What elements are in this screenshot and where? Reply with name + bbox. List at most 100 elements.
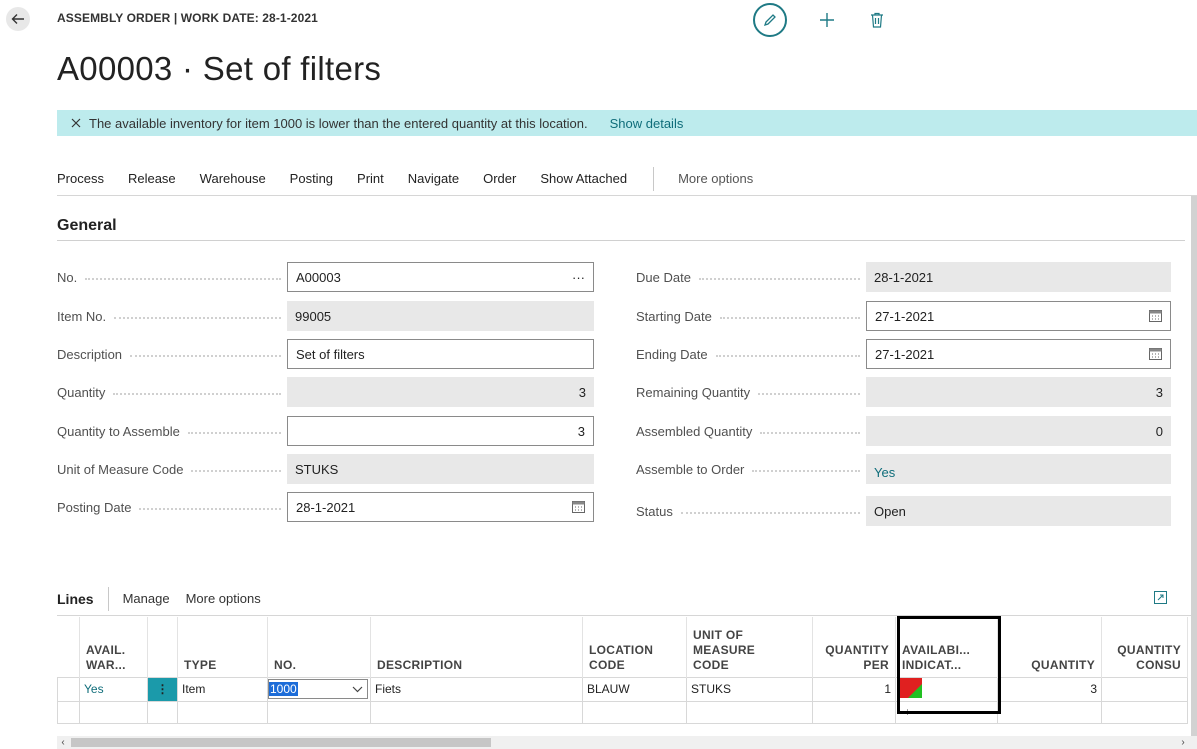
scroll-right-icon[interactable]: › [1177,736,1189,749]
field-starting-date: Starting Date 27-1-2021 [636,301,1171,331]
field-status: Status Open [636,496,1171,526]
action-show-attached[interactable]: Show Attached [540,171,627,186]
col-availability-indicator[interactable]: AVAILABI... INDICAT... [895,617,998,677]
back-button[interactable] [6,7,30,31]
add-line-icon[interactable]: + [895,700,998,724]
action-order[interactable]: Order [483,171,516,186]
action-print[interactable]: Print [357,171,384,186]
field-no: No. A00003 ··· [57,262,594,292]
field-quantity-to-assemble: Quantity to Assemble 3 [57,416,594,446]
calendar-icon[interactable] [1149,348,1162,360]
close-icon[interactable] [71,118,81,128]
description-cell[interactable]: Fiets [370,676,583,702]
field-label: Description [57,346,123,362]
ending-date-input[interactable]: 27-1-2021 [866,339,1171,369]
action-navigate[interactable]: Navigate [408,171,459,186]
avail-war-cell[interactable]: Yes [79,676,148,702]
assembled-quantity-value: 0 [866,416,1171,446]
col-quantity-consumed[interactable]: QUANTITY CONSU [1101,617,1188,677]
scroll-left-icon[interactable]: ‹ [57,736,69,749]
table-row-empty[interactable]: + [57,700,1188,724]
field-assemble-to-order: Assemble to Order Yes [636,454,1171,484]
action-bar: Process Release Warehouse Posting Print … [57,162,1197,196]
col-location-code[interactable]: LOCATION CODE [582,617,687,677]
assemble-to-order-value[interactable]: Yes [866,454,1171,484]
field-label: Posting Date [57,499,132,515]
action-process[interactable]: Process [57,171,104,186]
page-title: A00003 · Set of filters [57,50,382,87]
posting-date-input[interactable]: 28-1-2021 [287,492,594,522]
starting-date-input[interactable]: 27-1-2021 [866,301,1171,331]
lines-toolbar: Lines Manage More options [57,582,1197,616]
field-label: Starting Date [636,308,712,324]
col-no[interactable]: NO. [267,617,371,677]
horizontal-scrollbar[interactable]: ‹ › [57,736,1197,749]
quantity-cell[interactable]: 3 [997,676,1102,702]
field-label: Ending Date [636,346,708,362]
status-value: Open [866,496,1171,526]
field-remaining-quantity: Remaining Quantity 3 [636,377,1171,407]
delete-button[interactable] [867,10,887,30]
page-caption: ASSEMBLY ORDER | WORK DATE: 28-1-2021 [57,11,318,25]
lines-table: AVAIL. WAR... TYPE NO. DESCRIPTION LOCATI… [57,617,1188,724]
action-warehouse[interactable]: Warehouse [200,171,266,186]
new-button[interactable] [817,10,837,30]
action-separator [653,166,655,191]
quantity-consumed-cell[interactable] [1101,676,1188,702]
calendar-icon[interactable] [572,501,585,513]
col-quantity[interactable]: QUANTITY [997,617,1102,677]
uom-cell[interactable]: STUKS [686,676,813,702]
field-unit-of-measure: Unit of Measure Code STUKS [57,454,594,484]
description-input[interactable]: Set of filters [287,339,594,369]
notification-bar: The available inventory for item 1000 is… [57,110,1197,136]
row-menu-icon[interactable]: ⋮ [147,676,178,702]
col-type[interactable]: TYPE [177,617,268,677]
scrollbar-thumb[interactable] [71,738,491,747]
type-cell[interactable]: Item [177,676,268,702]
field-assembled-quantity: Assembled Quantity 0 [636,416,1171,446]
col-quantity-per[interactable]: QUANTITY PER [812,617,896,677]
no-cell[interactable]: 1000 [267,676,371,702]
no-dropdown[interactable]: 1000 [268,679,368,699]
quantity-value: 3 [287,377,594,407]
show-details-link[interactable]: Show details [610,116,684,131]
chevron-down-icon[interactable] [352,686,363,693]
lines-more-options-button[interactable]: More options [186,591,261,606]
field-label: Remaining Quantity [636,384,751,400]
field-label: Item No. [57,308,107,324]
calendar-icon[interactable] [1149,310,1162,322]
no-input[interactable]: A00003 ··· [287,262,594,292]
expand-icon[interactable] [1154,591,1167,607]
field-label: Unit of Measure Code [57,461,184,477]
arrow-left-icon [11,14,24,24]
due-date-value: 28-1-2021 [866,262,1171,292]
col-avail-war[interactable]: AVAIL. WAR... [79,617,148,677]
general-section-header[interactable]: General [57,217,1185,241]
availability-indicator-icon [900,677,922,698]
location-cell[interactable]: BLAUW [582,676,687,702]
pencil-icon [763,14,776,27]
col-description[interactable]: DESCRIPTION [370,617,583,677]
table-header-row: AVAIL. WAR... TYPE NO. DESCRIPTION LOCATI… [57,617,1188,677]
col-unit-of-measure-code[interactable]: UNIT OF MEASURE CODE [686,617,813,677]
table-row[interactable]: Yes ⋮ Item 1000 Fiets BLAUW STUKS 1 3 [57,676,1188,702]
action-posting[interactable]: Posting [290,171,333,186]
item-no-value: 99005 [287,301,594,331]
field-due-date: Due Date 28-1-2021 [636,262,1171,292]
page-scrollbar[interactable] [1191,196,1197,736]
lines-title[interactable]: Lines [57,591,94,607]
more-options-button[interactable]: More options [678,171,753,186]
field-description: Description Set of filters [57,339,594,369]
field-label: Status [636,503,673,519]
field-label: Due Date [636,269,691,285]
trash-icon [871,12,883,28]
manage-button[interactable]: Manage [123,591,170,606]
quantity-to-assemble-input[interactable]: 3 [287,416,594,446]
action-release[interactable]: Release [128,171,176,186]
quantity-per-cell[interactable]: 1 [812,676,896,702]
ellipsis-icon[interactable]: ··· [572,270,585,285]
unit-of-measure-value: STUKS [287,454,594,484]
plus-icon [820,13,834,27]
edit-button[interactable] [753,3,787,37]
remaining-quantity-value: 3 [866,377,1171,407]
